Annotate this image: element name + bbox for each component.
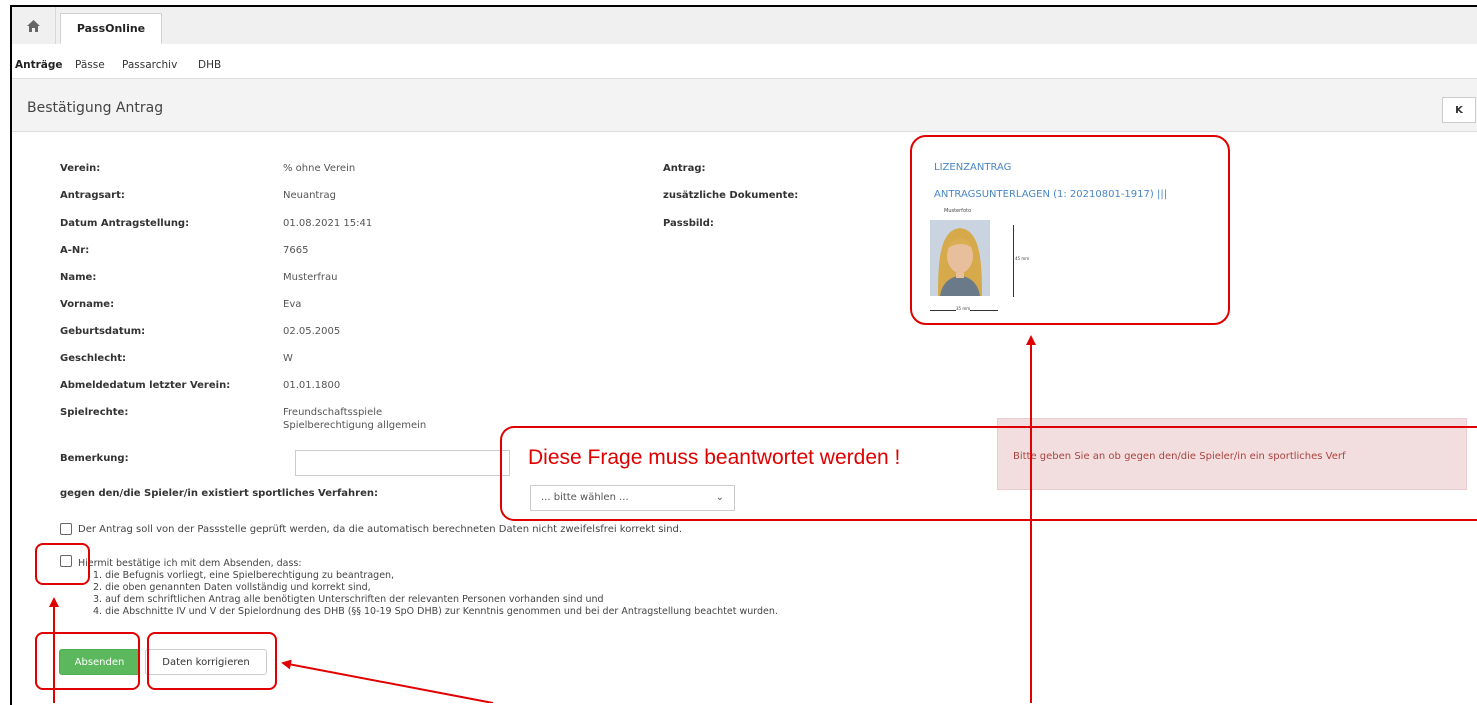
annotation-arrows: [49, 335, 1036, 703]
